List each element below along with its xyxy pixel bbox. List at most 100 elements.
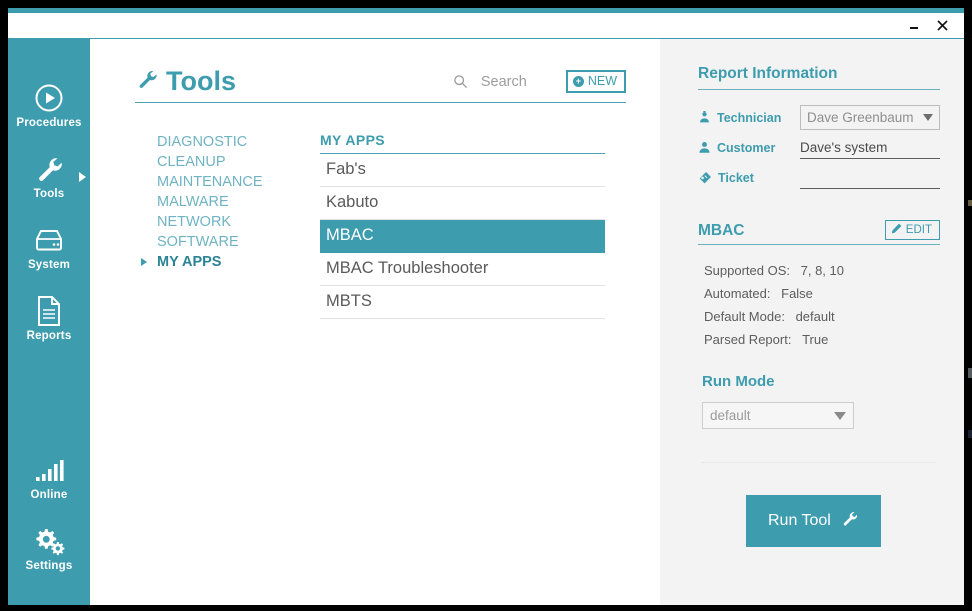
chevron-right-icon [79,172,86,182]
category-label: MY APPS [157,254,221,270]
main-sidebar: Procedures Tools [8,39,90,605]
customer-input[interactable]: Dave's system [800,136,940,159]
window-body: Procedures Tools [8,39,964,605]
category-label: MAINTENANCE [157,174,263,190]
tool-meta-list: Supported OS: 7, 8, 10 Automated: False … [698,259,940,351]
customer-value: Dave's system [800,140,887,155]
ticket-input[interactable] [800,166,940,189]
document-icon [8,295,90,327]
category-item-diagnostic[interactable]: DIAGNOSTIC [137,132,320,152]
sidebar-item-label: Tools [8,188,90,200]
magnifier-icon[interactable] [453,74,468,89]
meta-value: default [796,309,835,324]
meta-key: Supported OS: [704,263,790,278]
pencil-icon [891,223,902,237]
category-label: CLEANUP [157,154,226,170]
customer-row: Customer Dave's system [698,134,940,161]
page-header: Tools + NEW [135,67,626,103]
meta-key: Default Mode: [704,309,785,324]
category-label: SOFTWARE [157,234,239,250]
panel-divider [702,462,936,463]
details-panel: Report Information Technician [660,39,964,605]
screen-edge-artifact [968,368,972,378]
category-label: MALWARE [157,194,229,210]
run-mode-select[interactable]: default [702,402,854,429]
category-label: DIAGNOSTIC [157,134,247,150]
category-item-cleanup[interactable]: CLEANUP [137,152,320,172]
report-information-heading: Report Information [698,65,940,90]
meta-row-automated: Automated: False [704,282,940,305]
apps-list-header: MY APPS [320,132,605,154]
edit-button[interactable]: EDIT [885,220,940,240]
meta-value: 7, 8, 10 [801,263,844,278]
sidebar-item-system[interactable]: System [8,213,90,284]
app-item-mbac-troubleshooter[interactable]: MBAC Troubleshooter [320,253,605,286]
run-mode-title: Run Mode [698,373,940,390]
close-icon [936,19,949,32]
sidebar-item-label: Settings [8,560,90,572]
tools-content-area: Tools + NEW [90,39,660,605]
app-item-kabuto[interactable]: Kabuto [320,187,605,220]
tag-icon [698,171,712,185]
desktop-background: Procedures Tools [0,0,972,611]
signal-bars-icon [8,454,90,486]
meta-value: True [802,332,828,347]
sidebar-item-settings[interactable]: Settings [8,514,90,585]
category-list: DIAGNOSTIC CLEANUP MAINTENANCE MALWARE N [135,132,320,319]
close-button[interactable] [928,15,956,37]
minimize-button[interactable] [900,15,928,37]
report-information-fields: Technician Dave Greenbaum [698,104,940,191]
sidebar-item-reports[interactable]: Reports [8,284,90,355]
gears-icon [8,525,90,557]
technician-select[interactable]: Dave Greenbaum [800,105,940,130]
chevron-down-icon [923,114,933,121]
app-item-mbts[interactable]: MBTS [320,286,605,319]
technician-label: Technician [698,111,800,125]
page-title-text: Tools [166,68,236,95]
category-item-software[interactable]: SOFTWARE [137,232,320,252]
meta-row-supported-os: Supported OS: 7, 8, 10 [704,259,940,282]
ticket-label: Ticket [698,171,800,185]
run-tool-button[interactable]: Run Tool [746,495,881,547]
ticket-row: Ticket [698,164,940,191]
run-tool-label: Run Tool [768,512,831,530]
app-item-fabs[interactable]: Fab's [320,154,605,187]
meta-key: Automated: [704,286,771,301]
customer-label: Customer [698,141,800,155]
play-circle-icon [8,82,90,114]
sidebar-item-online[interactable]: Online [8,443,90,514]
run-mode-value: default [710,408,751,423]
screen-edge-artifact [968,430,972,438]
technician-value: Dave Greenbaum [807,110,914,125]
tools-columns: DIAGNOSTIC CLEANUP MAINTENANCE MALWARE N [135,132,626,319]
drive-icon [8,224,90,256]
category-item-my-apps[interactable]: MY APPS [137,252,320,272]
sidebar-item-tools[interactable]: Tools [8,142,90,213]
apps-list: MY APPS Fab's Kabuto MBAC MBAC Troublesh… [320,132,605,319]
app-item-mbac[interactable]: MBAC [320,220,605,253]
wrench-icon [135,67,159,96]
run-button-container: Run Tool [698,495,940,547]
category-label: NETWORK [157,214,231,230]
field-label: Ticket [718,171,754,185]
person-icon [698,141,711,154]
meta-row-default-mode: Default Mode: default [704,305,940,328]
wrench-icon [840,509,859,533]
chevron-right-icon [141,258,147,266]
sidebar-item-procedures[interactable]: Procedures [8,71,90,142]
category-item-network[interactable]: NETWORK [137,212,320,232]
page-title: Tools [135,67,236,96]
plus-circle-icon: + [573,76,584,87]
meta-key: Parsed Report: [704,332,791,347]
field-label: Customer [717,141,775,155]
new-button[interactable]: + NEW [566,70,626,93]
screen-edge-artifact [968,200,972,206]
category-item-malware[interactable]: MALWARE [137,192,320,212]
sidebar-item-label: System [8,259,90,271]
meta-row-parsed-report: Parsed Report: True [704,328,940,351]
search-input[interactable] [481,74,553,90]
field-label: Technician [717,111,781,125]
chevron-down-icon [834,412,846,420]
category-item-maintenance[interactable]: MAINTENANCE [137,172,320,192]
title-bar [8,13,964,39]
